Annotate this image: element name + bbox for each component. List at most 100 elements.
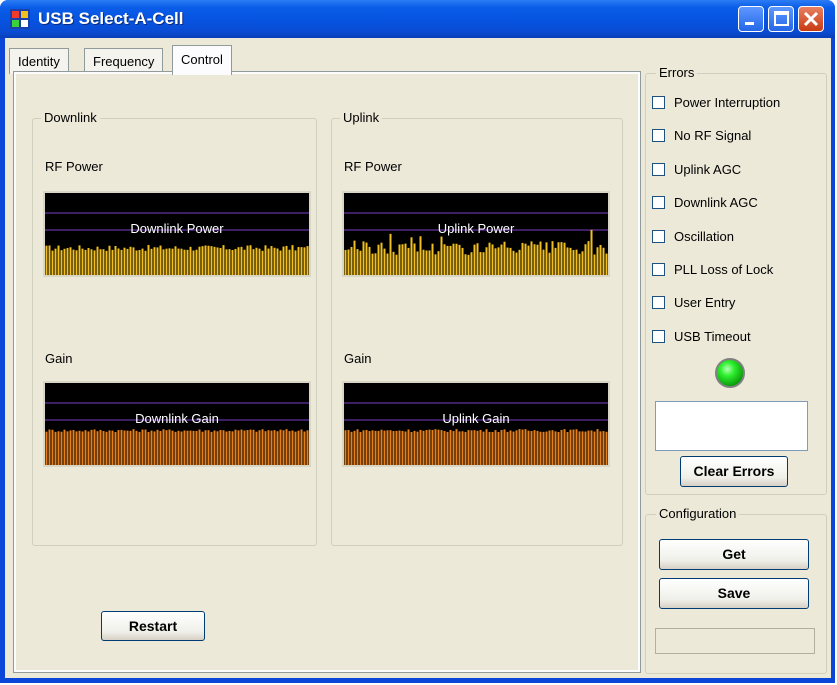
maximize-button[interactable] [768,6,794,32]
meter-bar [599,431,602,465]
meter-bar [108,245,111,275]
meter-bar [464,254,467,275]
meter-bar [431,243,434,275]
checkbox-box[interactable] [652,196,665,209]
meter-bar [416,431,419,465]
meter-bar [392,251,395,275]
meter-bar [165,248,168,275]
meter-bar [485,429,488,465]
meter-bar [180,248,183,275]
save-button[interactable]: Save [659,578,809,609]
meter-bar [114,431,117,465]
meter-bar [144,250,147,275]
meter-bar [264,245,267,275]
meter-bar [371,430,374,465]
meter-bar [590,430,593,465]
meter-bar [473,430,476,465]
meter-bar [306,430,309,465]
meter-bar [503,241,506,275]
meter-bar [386,430,389,465]
meter-bar [362,430,365,465]
meter-bar [48,429,51,465]
checkbox-box[interactable] [652,163,665,176]
meter-bar [467,254,470,275]
meter-bar [258,430,261,465]
meter-bar [291,245,294,275]
meter-bar [264,431,267,465]
meter-bar [288,249,291,275]
meter-bar [261,250,264,275]
restart-button[interactable]: Restart [101,611,205,641]
meter-bar [443,430,446,465]
meter-bar [404,243,407,275]
app-icon [10,9,30,29]
meter-bar [183,430,186,465]
meter-bar [470,430,473,465]
meter-bar [273,430,276,465]
meter-bar [63,248,66,275]
meter-bar [428,250,431,275]
meter-bar [368,246,371,275]
meter-bar [539,241,542,275]
tab-control[interactable]: Control [172,45,232,75]
meter-bar [494,430,497,465]
clear-errors-button[interactable]: Clear Errors [680,456,788,487]
meter-bar [527,430,530,465]
meter-bar [371,253,374,275]
meter-bar [261,429,264,465]
checkbox-box[interactable] [652,263,665,276]
meter-bar [255,247,258,275]
downlink-gain-meter-label: Downlink Gain [135,411,219,426]
meter-bar [57,431,60,465]
meter-bar [497,431,500,465]
minimize-button[interactable] [738,6,764,32]
checkbox-box[interactable] [652,230,665,243]
status-led [715,358,745,388]
meter-bar [512,250,515,275]
meter-bar [479,252,482,275]
meter-bar [147,431,150,465]
checkbox-box[interactable] [652,129,665,142]
meter-bar [213,246,216,275]
meter-bar [347,249,350,275]
checkbox-box[interactable] [652,296,665,309]
meter-bar [395,430,398,465]
meter-bar [300,247,303,275]
meter-bar [344,430,347,465]
meter-bar [189,430,192,465]
meter-bar [551,241,554,275]
meter-bar [201,246,204,275]
meter-bar [213,430,216,465]
meter-bar [455,243,458,275]
meter-bar [171,248,174,275]
meter-bar [117,248,120,275]
uplink-gain-meter: Uplink Gain [342,381,610,467]
meter-bar [204,430,207,465]
meter-bar [216,431,219,465]
errors-text-field[interactable] [655,401,808,451]
close-button[interactable] [798,6,824,32]
meter-bar [359,250,362,275]
meter-bar [494,248,497,275]
meter-bar [99,429,102,465]
meter-bar [234,429,237,465]
meter-bar [524,429,527,465]
meter-bar [162,249,165,275]
meter-bar [365,429,368,465]
meter-bar [452,431,455,465]
checkbox-box[interactable] [652,96,665,109]
meter-bar [449,429,452,465]
get-button[interactable]: Get [659,539,809,570]
meter-bar [389,233,392,275]
checkbox-label: Uplink AGC [674,162,742,177]
meter-bar [596,247,599,275]
configuration-group-label: Configuration [656,506,740,521]
meter-bar [129,246,132,275]
meter-bar [422,249,425,275]
meter-bar [482,431,485,465]
uplink-rf-power-label: RF Power [344,159,402,174]
checkbox-box[interactable] [652,330,665,343]
title-bar[interactable]: USB Select-A-Cell [0,0,835,38]
meter-bar [183,249,186,275]
meter-bar [500,430,503,465]
